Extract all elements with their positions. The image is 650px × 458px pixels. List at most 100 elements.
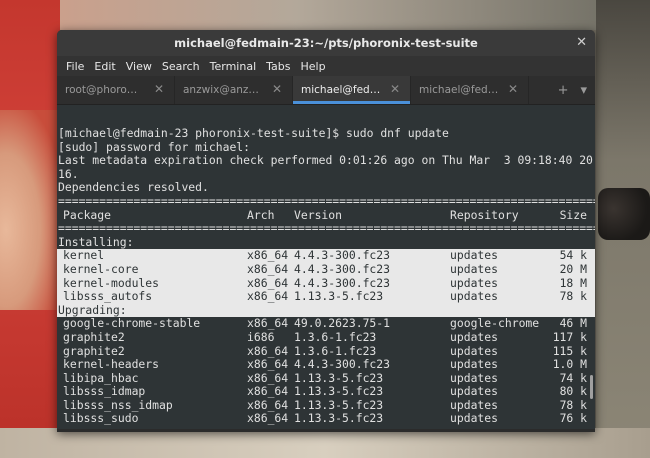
cell-arch: i686 (247, 329, 275, 344)
output-line: Dependencies resolved. (58, 180, 209, 195)
cell-package: libipa_hbac (63, 370, 139, 385)
cell-version: 1.13.3-5.fc23 (294, 411, 384, 426)
close-icon[interactable]: ✕ (576, 35, 587, 50)
cell-version: 1.3.6-1.fc23 (294, 329, 377, 344)
background-top (60, 0, 650, 30)
tab-anzwix[interactable]: anzwix@anz… ✕ (175, 76, 293, 104)
table-row: libsss_sudo x86_64 1.13.3-5.fc23 updates 76 … (57, 412, 595, 426)
cell-arch: x86_64 (247, 397, 289, 412)
background-object (598, 188, 650, 240)
cell-arch: x86_64 (247, 357, 289, 372)
cell-arch: x86_64 (247, 289, 289, 304)
cell-size: 78 k (559, 289, 587, 304)
cell-repository: google-chrome (450, 316, 540, 331)
terminal-window: michael@fedmain-23:~/pts/phoronix-test-s… (57, 30, 595, 432)
cell-repository: updates (450, 343, 499, 358)
header-package: Package (63, 207, 112, 222)
cell-repository: updates (450, 384, 499, 399)
close-icon[interactable]: ✕ (272, 82, 282, 96)
table-row: libipa_hbac x86_64 1.13.3-5.fc23 updates 74 … (57, 370, 595, 386)
close-icon[interactable]: ✕ (390, 82, 400, 96)
menu-help[interactable]: Help (296, 60, 331, 73)
tab-root[interactable]: root@phoro… ✕ (57, 76, 175, 104)
cell-size: 1.0 M (552, 357, 587, 372)
cell-version: 4.4.3-300.fc23 (294, 261, 391, 276)
cell-size: 78 k (559, 397, 587, 412)
close-icon[interactable]: ✕ (154, 82, 164, 96)
background-hand (0, 110, 60, 310)
table-row: libsss_idmap x86_64 1.13.3-5.fc23 updates 80… (57, 385, 595, 399)
menu-view[interactable]: View (121, 60, 157, 73)
cell-size: 18 M (559, 275, 587, 290)
cell-size: 115 k (552, 343, 587, 358)
new-tab-icon[interactable]: + (558, 83, 569, 98)
table-row: kernel-modules x86_64 4.4.3-300.fc23 update… (57, 275, 595, 291)
scrollbar[interactable] (590, 375, 593, 399)
cell-package: google-chrome-stable (63, 316, 201, 331)
menu-edit[interactable]: Edit (89, 60, 120, 73)
cell-arch: x86_64 (247, 384, 289, 399)
cell-size: 117 k (552, 329, 587, 344)
tab-label: michael@fed… (419, 84, 499, 96)
cell-repository: updates (450, 397, 499, 412)
separator-line: ========================================… (58, 221, 595, 236)
menu-search[interactable]: Search (157, 60, 205, 73)
cell-package: libsss_sudo (63, 411, 139, 426)
cell-package: kernel-core (63, 261, 139, 276)
table-row: kernel-headers x86_64 4.4.3-300.fc23 update… (57, 357, 595, 372)
cell-size: 74 k (559, 370, 587, 385)
output-line: Last metadata expiration check performed… (58, 153, 593, 168)
cell-arch: x86_64 (247, 275, 289, 290)
cell-size: 20 M (559, 261, 587, 276)
cell-version: 1.13.3-5.fc23 (294, 397, 384, 412)
window-title: michael@fedmain-23:~/pts/phoronix-test-s… (174, 36, 478, 50)
table-row: kernel-core x86_64 4.4.3-300.fc23 updates 20… (57, 261, 595, 277)
cell-size: 76 k (559, 411, 587, 426)
cell-repository: updates (450, 370, 499, 385)
cell-arch: x86_64 (247, 370, 289, 385)
section-upgrading: Upgrading: (57, 303, 595, 318)
section-installing: Installing: (58, 234, 134, 249)
cell-package: libsss_nss_idmap (63, 397, 173, 412)
cell-arch: x86_64 (247, 261, 289, 276)
menu-file[interactable]: File (61, 60, 89, 73)
tab-michael-active[interactable]: michael@fed… ✕ (293, 76, 411, 104)
table-row: graphite2 x86_64 1.3.6-1.fc23 updates 115 k (57, 343, 595, 359)
cell-arch: x86_64 (247, 248, 289, 263)
tab-michael[interactable]: michael@fed… ✕ (411, 76, 529, 104)
cell-repository: updates (450, 261, 499, 276)
cell-arch: x86_64 (247, 411, 289, 426)
terminal-output[interactable]: [michael@fedmain-23 phoronix-test-suite]… (57, 105, 595, 429)
prompt-line: [michael@fedmain-23 phoronix-test-suite]… (58, 126, 449, 140)
cell-package: graphite2 (63, 343, 125, 358)
cell-version: 49.0.2623.75-1 (294, 316, 391, 331)
cell-size: 80 k (559, 384, 587, 399)
cell-arch: x86_64 (247, 316, 289, 331)
close-icon[interactable]: ✕ (508, 82, 518, 96)
cell-repository: updates (450, 411, 499, 426)
table-row: graphite2 i686 1.3.6-1.fc23 updates 117 k (57, 329, 595, 345)
table-row: libsss_nss_idmap x86_64 1.13.3-5.fc23 updat… (57, 397, 595, 413)
header-repository: Repository (450, 207, 519, 222)
cell-package: kernel-modules (63, 275, 160, 290)
header-arch: Arch (247, 207, 275, 222)
title-bar[interactable]: michael@fedmain-23:~/pts/phoronix-test-s… (57, 30, 595, 56)
installing-list: kernel x86_64 4.4.3-300.fc23 updates 54 k ker… (57, 248, 595, 304)
tab-menu-icon[interactable]: ▾ (580, 83, 587, 98)
tab-label: michael@fed… (301, 84, 381, 96)
cell-package: libsss_autofs (63, 289, 153, 304)
table-row: google-chrome-stable x86_64 49.0.2623.75-1… (57, 317, 595, 331)
cell-package: libsss_idmap (63, 384, 146, 399)
header-version: Version (294, 207, 343, 222)
menu-terminal[interactable]: Terminal (205, 60, 262, 73)
background-bottom (0, 428, 650, 458)
cell-version: 1.13.3-5.fc23 (294, 370, 384, 385)
tab-bar: root@phoro… ✕ anzwix@anz… ✕ michael@fed…… (57, 76, 595, 105)
tab-label: root@phoro… (65, 84, 138, 96)
cell-package: graphite2 (63, 329, 125, 344)
cell-size: 46 M (559, 316, 587, 331)
cell-repository: updates (450, 248, 499, 263)
tab-actions: + ▾ (529, 76, 595, 104)
table-header: Package Arch Version Repository Size (57, 207, 595, 223)
menu-tabs[interactable]: Tabs (261, 60, 295, 73)
